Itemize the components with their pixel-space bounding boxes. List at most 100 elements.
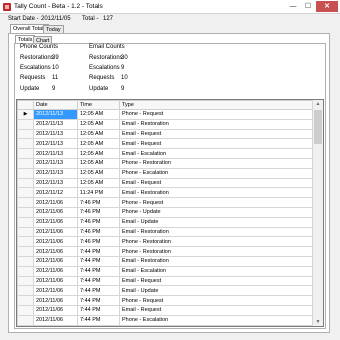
table-row[interactable]: ▶ 2012/11/13 12:05 AM Phone - Request (17, 109, 314, 120)
cell-time[interactable]: 12:05 AM (77, 148, 120, 159)
cell-time[interactable]: 12:05 AM (77, 157, 120, 169)
cell-date[interactable]: 2012/11/06 (33, 324, 78, 326)
table-row[interactable]: 2012/11/06 7:44 PM Email - Request (17, 304, 314, 316)
table-row[interactable]: 2012/11/06 7:46 PM Phone - Update (17, 206, 314, 218)
cell-date[interactable]: 2012/11/06 (33, 197, 78, 208)
row-header[interactable] (17, 246, 34, 257)
cell-time[interactable]: 7:44 PM (77, 275, 120, 287)
cell-date[interactable]: 2012/11/06 (33, 285, 78, 297)
table-row[interactable]: 2012/11/06 7:46 PM Email - Update (17, 216, 314, 228)
cell-type[interactable]: Phone - Request (119, 197, 314, 208)
row-header[interactable] (17, 138, 34, 150)
cell-date[interactable]: 2012/11/06 (33, 236, 78, 248)
row-header[interactable] (17, 167, 34, 179)
scroll-thumb[interactable] (314, 110, 322, 144)
cell-date[interactable]: 2012/11/06 (33, 275, 78, 287)
cell-date[interactable]: 2012/11/13 (33, 128, 78, 140)
row-header[interactable] (17, 304, 34, 316)
table-row[interactable]: 2012/11/06 7:44 PM Email - Restoration (17, 255, 314, 267)
cell-type[interactable]: Phone - Escalation (119, 167, 314, 179)
cell-date[interactable]: 2012/11/06 (33, 246, 78, 257)
table-row[interactable]: 2012/11/06 7:44 PM Email - Update (17, 285, 314, 297)
row-header[interactable] (17, 314, 34, 326)
cell-type[interactable]: Phone - Restoration (119, 246, 314, 257)
cell-type[interactable]: Email - Request (119, 304, 314, 316)
cell-date[interactable]: 2012/11/06 (33, 206, 78, 218)
row-header[interactable] (17, 128, 34, 140)
column-header-time[interactable]: Time (77, 100, 120, 110)
row-header[interactable] (17, 295, 34, 306)
scroll-up-arrow-icon[interactable]: ▲ (313, 100, 323, 108)
table-row[interactable]: 2012/11/06 7:46 PM Email - Restoration (17, 226, 314, 238)
row-header[interactable] (17, 206, 34, 218)
cell-time[interactable]: 7:46 PM (77, 197, 120, 208)
cell-type[interactable]: Email - Restoration (119, 118, 314, 130)
cell-date[interactable]: 2012/11/06 (33, 255, 78, 267)
cell-time[interactable]: 7:46 PM (77, 206, 120, 218)
cell-date[interactable]: 2012/11/06 (33, 295, 78, 306)
row-header[interactable] (17, 197, 34, 208)
cell-time[interactable]: 12:05 AM (77, 128, 120, 140)
cell-type[interactable]: Email - Request (119, 138, 314, 150)
cell-date[interactable]: 2012/11/13 (33, 109, 78, 120)
table-row[interactable]: 2012/11/06 7:46 PM Phone - Restoration (17, 236, 314, 248)
table-row[interactable]: 2012/11/13 12:05 AM Phone - Escalation (17, 167, 314, 179)
cell-date[interactable]: 2012/11/13 (33, 118, 78, 130)
row-header[interactable] (17, 118, 34, 130)
table-row[interactable]: 2012/11/06 7:44 PM Phone - Request (17, 295, 314, 306)
row-header[interactable] (17, 148, 34, 159)
cell-type[interactable]: Phone - Restoration (119, 324, 314, 326)
table-row[interactable]: 2012/11/13 12:05 AM Email - Escalation (17, 148, 314, 159)
cell-type[interactable]: Phone - Restoration (119, 236, 314, 248)
table-row[interactable]: 2012/11/13 12:05 AM Email - Request (17, 128, 314, 140)
cell-time[interactable]: 7:44 PM (77, 265, 120, 277)
cell-time[interactable]: 7:46 PM (77, 216, 120, 228)
cell-date[interactable]: 2012/11/13 (33, 148, 78, 159)
cell-time[interactable]: 12:05 AM (77, 109, 120, 120)
row-header[interactable] (17, 177, 34, 189)
cell-type[interactable]: Email - Request (119, 128, 314, 140)
close-button[interactable]: ✕ (316, 1, 338, 12)
table-row[interactable]: 2012/11/06 7:44 PM Phone - Escalation (17, 314, 314, 326)
maximize-button[interactable]: ☐ (301, 1, 315, 12)
column-header-date[interactable]: Date (33, 100, 78, 110)
row-header[interactable] (17, 285, 34, 297)
cell-time[interactable]: 7:44 PM (77, 324, 120, 326)
cell-type[interactable]: Email - Restoration (119, 255, 314, 267)
row-header[interactable] (17, 265, 34, 277)
cell-time[interactable]: 7:44 PM (77, 255, 120, 267)
cell-type[interactable]: Phone - Update (119, 206, 314, 218)
cell-type[interactable]: Phone - Escalation (119, 314, 314, 326)
row-header[interactable] (17, 187, 34, 199)
cell-type[interactable]: Email - Restoration (119, 187, 314, 199)
row-header[interactable] (17, 236, 34, 248)
table-row[interactable]: 2012/11/12 11:24 PM Email - Restoration (17, 187, 314, 199)
table-row[interactable]: 2012/11/13 12:05 AM Email - Request (17, 177, 314, 189)
table-row[interactable]: 2012/11/06 7:44 PM Email - Escalation (17, 265, 314, 277)
cell-type[interactable]: Email - Escalation (119, 148, 314, 159)
cell-type[interactable]: Email - Request (119, 177, 314, 189)
cell-time[interactable]: 7:46 PM (77, 236, 120, 248)
cell-time[interactable]: 12:05 AM (77, 167, 120, 179)
row-header[interactable] (17, 324, 34, 326)
cell-type[interactable]: Email - Update (119, 285, 314, 297)
cell-date[interactable]: 2012/11/06 (33, 314, 78, 326)
table-row[interactable]: 2012/11/067:44 PMPhone - Restoration (17, 324, 314, 326)
cell-time[interactable]: 7:44 PM (77, 295, 120, 306)
table-row[interactable]: 2012/11/13 12:05 AM Email - Restoration (17, 118, 314, 130)
cell-date[interactable]: 2012/11/13 (33, 177, 78, 189)
cell-time[interactable]: 7:44 PM (77, 285, 120, 297)
cell-time[interactable]: 7:44 PM (77, 246, 120, 257)
cell-type[interactable]: Phone - Restoration (119, 157, 314, 169)
column-header-type[interactable]: Type (119, 100, 314, 110)
cell-type[interactable]: Email - Update (119, 216, 314, 228)
vertical-scrollbar[interactable]: ▲ ▼ (312, 100, 323, 326)
scroll-down-arrow-icon[interactable]: ▼ (313, 318, 323, 326)
row-header[interactable] (17, 216, 34, 228)
cell-time[interactable]: 7:46 PM (77, 226, 120, 238)
table-row[interactable]: 2012/11/13 12:05 AM Email - Request (17, 138, 314, 150)
cell-type[interactable]: Email - Request (119, 275, 314, 287)
row-header[interactable] (17, 226, 34, 238)
cell-date[interactable]: 2012/11/13 (33, 157, 78, 169)
cell-time[interactable]: 7:44 PM (77, 314, 120, 326)
